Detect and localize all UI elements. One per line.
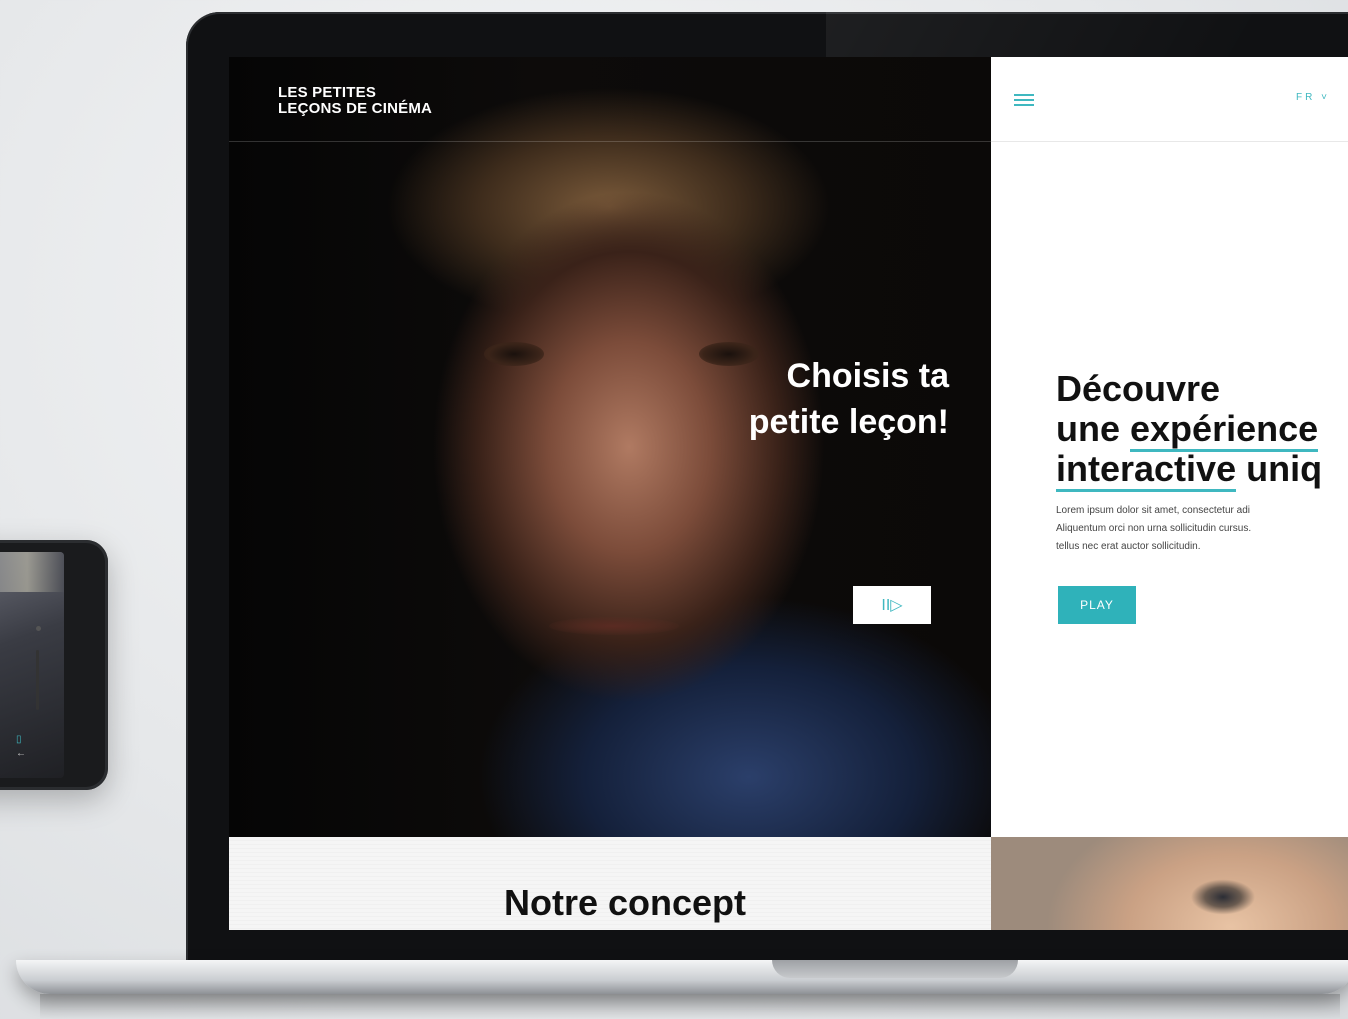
hero-section: LES PETITES LEÇONS DE CINÉMA Choisis ta … (229, 57, 991, 837)
header-divider (991, 141, 1348, 142)
language-label: FR (1296, 92, 1316, 103)
intro-heading-line: une expérience (1056, 408, 1322, 452)
laptop-shadow (40, 994, 1340, 1019)
concept-section: Notre concept (229, 837, 991, 930)
play-pause-icon: II▷ (881, 597, 903, 614)
heading-text: uniq (1236, 448, 1323, 489)
logo-line: LES PETITES (278, 84, 377, 101)
play-button[interactable]: PLAY (1058, 586, 1136, 624)
intro-heading-line: interactive uniq (1056, 448, 1323, 492)
intro-paragraph: Lorem ipsum dolor sit amet, consectetur … (1056, 502, 1348, 556)
intro-panel: FR ˅ Découvre une expérience interactive… (991, 57, 1348, 837)
hero-headline: Choisis ta petite leçon! (699, 353, 949, 445)
thumbnail-image[interactable] (991, 837, 1348, 930)
phone-side-button (36, 650, 39, 710)
hero-headline-line: petite leçon! (748, 403, 949, 441)
heading-highlight: interactive (1056, 448, 1237, 492)
phone-camera (36, 626, 41, 631)
laptop-base (16, 960, 1348, 994)
header-divider (229, 141, 991, 142)
site-logo[interactable]: LES PETITES LEÇONS DE CINÉMA (278, 85, 432, 117)
intro-paragraph-line: Lorem ipsum dolor sit amet, consectetur … (1056, 505, 1250, 516)
laptop-screen: LES PETITES LEÇONS DE CINÉMA Choisis ta … (229, 57, 1348, 930)
phone-screen: ▯ ← (0, 552, 64, 778)
intro-heading-line: Découvre (1056, 368, 1221, 409)
phone-screen-header (0, 552, 64, 592)
hero-image-mouth (549, 617, 679, 635)
phone-arrow-icon: ← (16, 748, 26, 759)
phone-menu-icon: ▯ (16, 734, 22, 745)
hamburger-icon[interactable] (1014, 94, 1034, 106)
heading-highlight: expérience (1130, 408, 1319, 452)
phone-mockup: ▯ ← (0, 540, 108, 790)
chevron-down-icon: ˅ (1321, 92, 1330, 103)
concept-title: Notre concept (503, 882, 747, 923)
heading-text: une (1056, 408, 1131, 449)
hero-image-eye (484, 342, 544, 366)
intro-paragraph-line: tellus nec erat auctor sollicitudin. (1056, 541, 1201, 552)
intro-heading: Découvre une expérience interactive uniq (1056, 368, 1323, 492)
hero-headline-line: Choisis ta (786, 357, 949, 395)
laptop-notch (772, 960, 1018, 978)
video-play-button[interactable]: II▷ (853, 586, 931, 624)
logo-line: LEÇONS DE CINÉMA (278, 100, 433, 117)
language-selector[interactable]: FR ˅ (1296, 92, 1330, 103)
intro-paragraph-line: Aliquentum orci non urna sollicitudin cu… (1056, 523, 1252, 534)
